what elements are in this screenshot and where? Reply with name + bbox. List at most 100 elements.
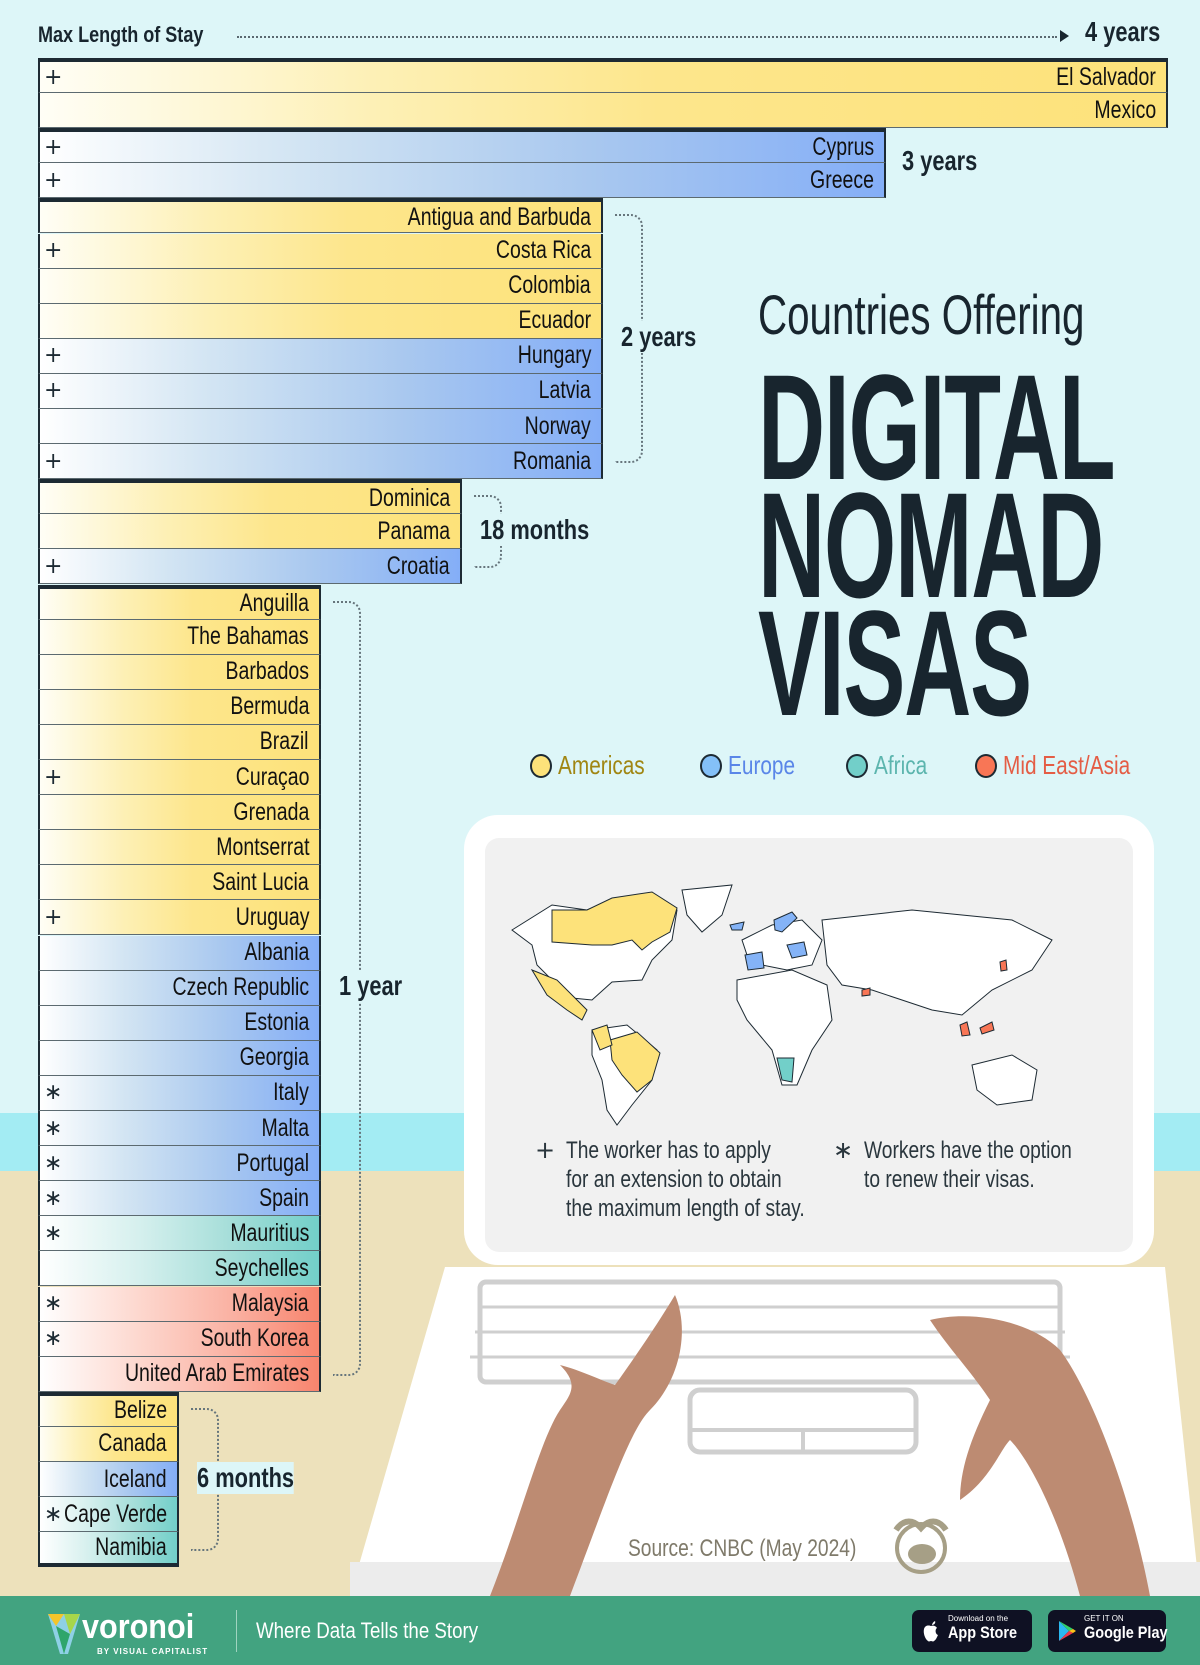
bar-czech-republic: Czech Republic <box>38 970 321 1006</box>
extension-mark-icon: + <box>44 378 63 404</box>
bar-estonia: Estonia <box>38 1005 321 1041</box>
bar-brazil: Brazil <box>38 724 321 760</box>
bar-malta: ∗ Malta <box>38 1111 321 1146</box>
renewable-mark-icon: ∗ <box>44 1220 63 1246</box>
bar-label: Belize <box>113 1396 167 1425</box>
bar-label: Panama <box>377 516 450 545</box>
bar-georgia: Georgia <box>38 1040 321 1076</box>
group-label-3-years: 3 years <box>902 145 978 177</box>
google-play-small-text: GET IT ON <box>1084 1614 1124 1623</box>
app-store-small-text: Download on the <box>948 1614 1009 1623</box>
bar-belize: Belize <box>38 1391 179 1427</box>
bar-bermuda: Bermuda <box>38 689 321 725</box>
bar-canada: Canada <box>38 1426 179 1462</box>
bar-label: Malaysia <box>232 1289 309 1317</box>
extension-mark-icon: + <box>44 904 63 930</box>
bar-ecuador: Ecuador <box>38 303 603 339</box>
bar-antigua-and-barbuda: Antigua and Barbuda <box>38 198 603 234</box>
bar-anguilla: Anguilla <box>38 584 321 620</box>
bar-albania: Albania <box>38 935 321 971</box>
bar-el-salvador: + El Salvador <box>38 58 1168 93</box>
bar-cape-verde: ∗ Cape Verde <box>38 1497 179 1533</box>
bar-label: Mauritius <box>229 1218 309 1247</box>
bar-cura-ao: + Curaçao <box>38 760 321 795</box>
google-play-icon <box>1059 1621 1076 1641</box>
extension-mark-icon: + <box>44 238 63 263</box>
bar-chart: + El Salvador Mexico + Cyprus + Greece 3 years A… <box>0 0 1200 1596</box>
bar-label: Anguilla <box>239 589 309 617</box>
bar-label: Latvia <box>538 376 591 405</box>
bar-dominica: Dominica <box>38 479 462 515</box>
renewable-mark-icon: ∗ <box>44 1115 63 1141</box>
bar-label: Saint Lucia <box>212 867 309 896</box>
bar-united-arab-emirates: United Arab Emirates <box>38 1356 321 1392</box>
bar-mexico: Mexico <box>38 93 1168 129</box>
bar-cyprus: + Cyprus <box>38 128 886 164</box>
bar-grenada: Grenada <box>38 795 321 831</box>
bar-label: Canada <box>98 1429 167 1458</box>
bar-saint-lucia: Saint Lucia <box>38 865 321 901</box>
bar-label: Namibia <box>95 1533 167 1562</box>
bar-label: The Bahamas <box>187 622 309 651</box>
renewable-mark-icon: ∗ <box>44 1185 63 1211</box>
bar-spain: ∗ Spain <box>38 1181 321 1217</box>
bar-label: Malta <box>261 1113 309 1142</box>
bar-label: Cyprus <box>812 132 874 161</box>
bar-panama: Panama <box>38 514 462 550</box>
renewable-mark-icon: ∗ <box>44 1326 63 1352</box>
google-play-big-text: Google Play <box>1084 1623 1168 1642</box>
bar-colombia: Colombia <box>38 268 603 304</box>
app-store-button[interactable]: Download on the App Store <box>912 1610 1032 1652</box>
bar-portugal: ∗ Portugal <box>38 1146 321 1182</box>
bar-label: Barbados <box>225 657 309 686</box>
bar-barbados: Barbados <box>38 654 321 690</box>
group-label-6-months: 6 months <box>197 1461 295 1494</box>
group-label-2-years: 2 years <box>621 320 697 353</box>
brand-name: voronoi <box>82 1608 195 1646</box>
bar-label: United Arab Emirates <box>124 1359 309 1388</box>
bar-the-bahamas: The Bahamas <box>38 619 321 655</box>
google-play-button[interactable]: GET IT ON Google Play <box>1048 1610 1168 1652</box>
bar-label: Uruguay <box>235 902 309 931</box>
tagline: Where Data Tells the Story <box>256 1618 479 1643</box>
bar-hungary: + Hungary <box>38 338 603 374</box>
renewable-mark-icon: ∗ <box>44 1080 63 1106</box>
footer-divider <box>236 1610 237 1652</box>
bar-label: Romania <box>512 446 591 475</box>
bar-label: Cape Verde <box>64 1499 167 1528</box>
bar-label: Bermuda <box>229 692 309 721</box>
group-label-1-year: 1 year <box>339 970 403 1003</box>
extension-mark-icon: + <box>44 448 63 474</box>
bar-label: Greece <box>810 165 874 194</box>
bar-label: Ecuador <box>518 306 591 335</box>
bar-label: Dominica <box>368 483 450 512</box>
bar-label: Hungary <box>517 341 591 370</box>
bar-montserrat: Montserrat <box>38 830 321 866</box>
group-label-18-months: 18 months <box>480 513 590 546</box>
renewable-mark-icon: ∗ <box>44 1150 63 1176</box>
voronoi-logo-icon <box>48 1614 80 1654</box>
extension-mark-icon: + <box>44 343 63 369</box>
bar-label: Curaçao <box>235 762 309 791</box>
bar-label: Georgia <box>239 1043 309 1072</box>
bar-label: Portugal <box>236 1148 309 1177</box>
renewable-mark-icon: ∗ <box>44 1501 63 1527</box>
extension-mark-icon: + <box>44 764 63 790</box>
bar-label: Seychelles <box>214 1253 309 1282</box>
bar-namibia: Namibia <box>38 1532 179 1568</box>
bar-label: Mexico <box>1094 95 1156 124</box>
bar-latvia: + Latvia <box>38 373 603 409</box>
bar-label: Brazil <box>260 727 309 756</box>
bar-label: Colombia <box>508 271 591 300</box>
bar-label: El Salvador <box>1056 62 1156 91</box>
bar-label: Antigua and Barbuda <box>407 202 591 231</box>
extension-mark-icon: + <box>44 64 63 90</box>
bar-norway: Norway <box>38 409 603 444</box>
bar-label: Albania <box>243 938 309 966</box>
bar-seychelles: Seychelles <box>38 1251 321 1287</box>
app-store-big-text: App Store <box>948 1623 1018 1642</box>
bar-label: Costa Rica <box>495 236 591 264</box>
bar-label: Iceland <box>104 1464 167 1493</box>
bar-label: Estonia <box>243 1008 309 1037</box>
bar-mauritius: ∗ Mauritius <box>38 1216 321 1252</box>
